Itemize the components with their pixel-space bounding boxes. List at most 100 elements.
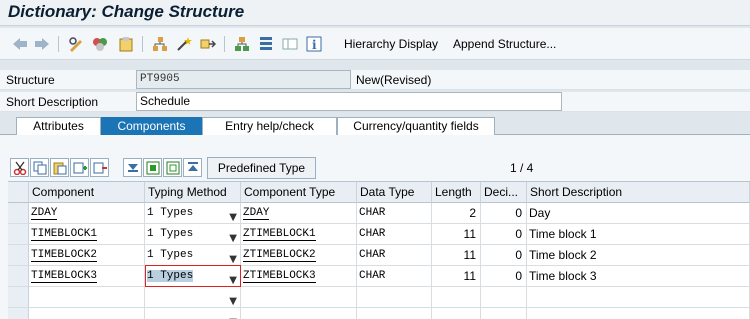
- decimals-cell: 0: [481, 203, 527, 224]
- short-description-cell: [527, 308, 750, 319]
- component-cell[interactable]: ZDAY: [29, 203, 145, 224]
- component-cell[interactable]: TIMEBLOCK3: [29, 266, 145, 287]
- title-bar: Dictionary: Change Structure: [0, 0, 750, 26]
- short-description-cell: Time block 2: [527, 245, 750, 266]
- short-description-cell: [527, 287, 750, 308]
- row-selector[interactable]: [8, 224, 29, 245]
- component-type-cell[interactable]: ZTIMEBLOCK2: [241, 245, 357, 266]
- decimals-cell: 0: [481, 224, 527, 245]
- deselect-icon[interactable]: [163, 158, 182, 177]
- tab-entry-help[interactable]: Entry help/check: [202, 117, 337, 135]
- hierarchy-icon[interactable]: [232, 34, 252, 54]
- decimals-cell: 0: [481, 266, 527, 287]
- typing-method-dropdown[interactable]: 1 Types ▼: [145, 245, 241, 266]
- row-selector[interactable]: [8, 203, 29, 224]
- chevron-down-icon: ▼: [229, 212, 237, 223]
- chevron-down-icon: ▼: [229, 313, 237, 319]
- cut-icon[interactable]: [10, 158, 29, 177]
- select-all-column-header[interactable]: [8, 182, 29, 203]
- decimals-cell: 0: [481, 245, 527, 266]
- column-header-data-type[interactable]: Data Type: [357, 182, 432, 203]
- length-cell: [432, 287, 481, 308]
- structure-label: Structure: [6, 73, 55, 87]
- data-type-cell: CHAR: [357, 266, 432, 287]
- layout-icon[interactable]: [280, 34, 300, 54]
- chevron-down-icon: ▼: [229, 296, 237, 307]
- collapse-icon[interactable]: [183, 158, 202, 177]
- component-type-cell[interactable]: [241, 308, 357, 319]
- row-selector[interactable]: [8, 245, 29, 266]
- navigate-icon[interactable]: [198, 34, 218, 54]
- short-description-label: Short Description: [6, 95, 99, 109]
- decimals-cell: [481, 287, 527, 308]
- data-type-cell: [357, 287, 432, 308]
- component-cell[interactable]: TIMEBLOCK1: [29, 224, 145, 245]
- short-description-field[interactable]: Schedule: [136, 92, 562, 111]
- paste-icon[interactable]: [50, 158, 69, 177]
- tab-currency-quantity[interactable]: Currency/quantity fields: [337, 117, 495, 135]
- predefined-type-button[interactable]: Predefined Type: [207, 157, 316, 179]
- object-list-icon[interactable]: [150, 34, 170, 54]
- page-indicator: 1 / 4: [510, 161, 534, 175]
- tab-components[interactable]: Components: [101, 117, 202, 135]
- component-type-cell[interactable]: ZTIMEBLOCK3: [241, 266, 357, 287]
- where-used-icon[interactable]: [116, 34, 136, 54]
- column-header-decimals[interactable]: Deci...: [481, 182, 527, 203]
- chevron-down-icon: ▼: [229, 233, 237, 244]
- length-cell: 11: [432, 245, 481, 266]
- application-toolbar: i Hierarchy Display Append Structure...: [0, 28, 750, 60]
- select-all-icon[interactable]: [143, 158, 162, 177]
- short-description-row: Short Description Schedule: [0, 92, 750, 112]
- typing-method-dropdown[interactable]: 1 Types ▼: [145, 203, 241, 224]
- back-arrow-icon[interactable]: [10, 34, 30, 54]
- delete-row-icon[interactable]: [90, 158, 109, 177]
- typing-method-dropdown[interactable]: ▼: [145, 308, 241, 319]
- column-header-component-type[interactable]: Component Type: [241, 182, 357, 203]
- component-type-cell[interactable]: ZDAY: [241, 203, 357, 224]
- structure-status: New(Revised): [356, 73, 432, 87]
- activate-icon[interactable]: [90, 34, 110, 54]
- short-description-cell: Time block 3: [527, 266, 750, 287]
- expand-icon[interactable]: [123, 158, 142, 177]
- structure-field[interactable]: PT9905: [136, 70, 351, 89]
- tab-attributes[interactable]: Attributes: [16, 117, 101, 135]
- short-description-cell: Day: [527, 203, 750, 224]
- typing-method-dropdown[interactable]: ▼: [145, 287, 241, 308]
- decimals-cell: [481, 308, 527, 319]
- component-cell[interactable]: [29, 287, 145, 308]
- row-selector[interactable]: [8, 308, 29, 319]
- display-change-icon[interactable]: [66, 34, 86, 54]
- column-header-typing-method[interactable]: Typing Method: [145, 182, 241, 203]
- focus-indicator: [145, 265, 241, 287]
- component-cell[interactable]: [29, 308, 145, 319]
- chevron-down-icon: ▼: [229, 254, 237, 265]
- data-type-cell: CHAR: [357, 203, 432, 224]
- magic-wand-icon[interactable]: [174, 34, 194, 54]
- typing-method-dropdown[interactable]: 1 Types ▼: [145, 224, 241, 245]
- append-structure-button[interactable]: Append Structure...: [453, 37, 556, 51]
- component-type-cell[interactable]: ZTIMEBLOCK1: [241, 224, 357, 245]
- length-cell: [432, 308, 481, 319]
- stack-icon[interactable]: [256, 34, 276, 54]
- insert-row-icon[interactable]: [70, 158, 89, 177]
- data-type-cell: CHAR: [357, 245, 432, 266]
- data-type-cell: CHAR: [357, 224, 432, 245]
- structure-row: Structure PT9905 New(Revised): [0, 70, 750, 90]
- copy-icon[interactable]: [30, 158, 49, 177]
- length-cell: 2: [432, 203, 481, 224]
- forward-arrow-icon[interactable]: [32, 34, 52, 54]
- short-description-cell: Time block 1: [527, 224, 750, 245]
- info-icon[interactable]: i: [304, 34, 324, 54]
- column-header-length[interactable]: Length: [432, 182, 481, 203]
- length-cell: 11: [432, 224, 481, 245]
- component-type-cell[interactable]: [241, 287, 357, 308]
- column-header-component[interactable]: Component: [29, 182, 145, 203]
- component-cell[interactable]: TIMEBLOCK2: [29, 245, 145, 266]
- column-header-short-description[interactable]: Short Description: [527, 182, 750, 203]
- components-table: Component Typing Method Component Type D…: [8, 181, 750, 319]
- svg-text:i: i: [312, 38, 317, 52]
- row-selector[interactable]: [8, 266, 29, 287]
- row-selector[interactable]: [8, 287, 29, 308]
- hierarchy-display-button[interactable]: Hierarchy Display: [344, 37, 438, 51]
- window-title: Dictionary: Change Structure: [8, 2, 245, 21]
